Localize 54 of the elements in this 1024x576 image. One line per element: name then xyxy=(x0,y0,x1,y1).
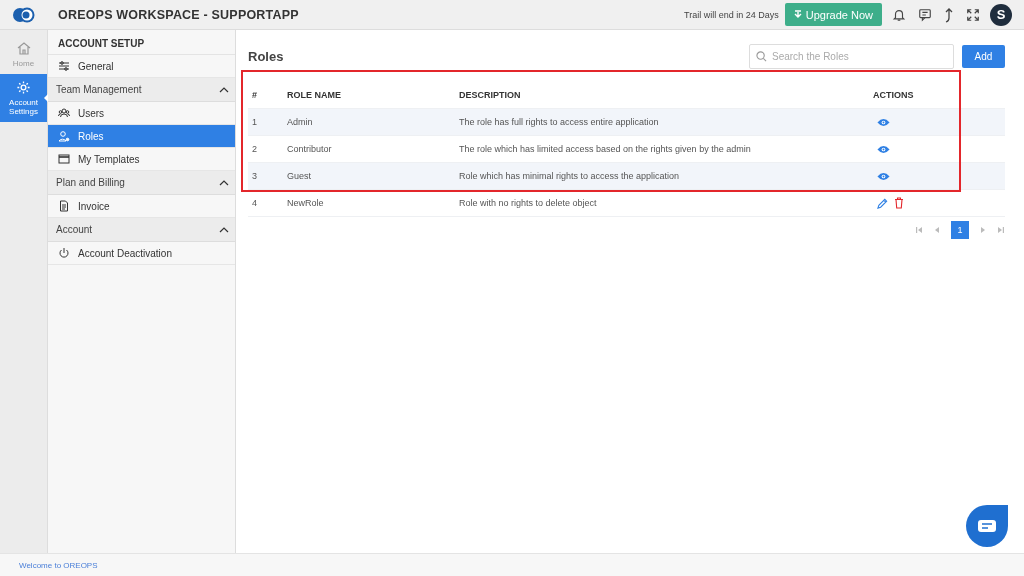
column-header: DESCRIPTION xyxy=(459,89,522,100)
search-icon xyxy=(756,51,767,62)
table-cell-text: 3 xyxy=(252,171,258,181)
table-cell-text: Guest xyxy=(287,171,312,181)
power-icon xyxy=(58,247,70,259)
table-cell-text: Admin xyxy=(287,117,314,127)
app-title: OREOPS WORKSPACE - SUPPORTAPP xyxy=(58,7,300,22)
table-cell-text: Role which has minimal rights to access the application xyxy=(459,171,681,181)
settings-icon xyxy=(16,80,31,95)
sidebar-item[interactable]: Account Deactivation xyxy=(48,242,235,265)
eye-icon[interactable] xyxy=(877,171,890,181)
upgrade-icon xyxy=(793,10,802,19)
home-icon xyxy=(15,40,32,56)
document-icon xyxy=(58,200,70,212)
page-title: Roles xyxy=(248,49,285,64)
user-icon xyxy=(58,130,70,142)
sidebar-item[interactable]: Roles xyxy=(48,125,235,148)
table-cell-text: NewRole xyxy=(287,198,325,208)
fullscreen-icon[interactable] xyxy=(966,7,980,22)
pencil-icon[interactable] xyxy=(877,197,888,209)
eye-icon[interactable] xyxy=(877,144,890,154)
chevron-icon xyxy=(219,226,229,233)
search-field[interactable]: Search the Roles xyxy=(749,44,954,69)
window-icon xyxy=(58,153,70,165)
section-header[interactable]: Account xyxy=(48,218,235,242)
table-cell-text: 4 xyxy=(252,198,258,208)
bell-icon[interactable] xyxy=(892,7,906,22)
chat-button[interactable] xyxy=(964,503,1010,549)
page-button[interactable]: 1 xyxy=(951,221,969,239)
eye-icon[interactable] xyxy=(877,117,890,127)
sidebar-title: ACCOUNT SETUP xyxy=(48,30,235,55)
message-icon[interactable] xyxy=(918,7,932,22)
table-cell-text: Role with no rights to delete object xyxy=(459,198,598,208)
nav-item[interactable]: Account Settings xyxy=(0,74,47,122)
column-header: ROLE NAME xyxy=(287,89,342,100)
upload-icon[interactable] xyxy=(944,6,954,23)
user-avatar[interactable]: S xyxy=(990,3,1012,26)
section-header[interactable]: Plan and Billing xyxy=(48,171,235,195)
status-text: Welcome to OREOPS xyxy=(19,560,98,570)
table-cell-text: The role which has limited access based on the rights given by the admin xyxy=(459,144,752,154)
add-button[interactable]: Add xyxy=(962,45,1005,68)
users-icon xyxy=(58,107,70,119)
table-cell-text: The role has full rights to access entire application xyxy=(459,117,660,127)
section-header[interactable]: Team Management xyxy=(48,78,235,102)
chevron-icon xyxy=(219,86,229,93)
table-cell-text: Contributor xyxy=(287,144,333,154)
trial-notice: Trail will end in 24 Days xyxy=(684,9,779,20)
table-cell-text: 2 xyxy=(252,144,258,154)
chevron-icon xyxy=(219,179,229,186)
trash-icon[interactable] xyxy=(894,197,904,209)
column-header: # xyxy=(252,89,258,100)
table-cell-text: 1 xyxy=(252,117,258,127)
sliders-icon xyxy=(58,60,70,72)
column-header: ACTIONS xyxy=(873,89,915,100)
